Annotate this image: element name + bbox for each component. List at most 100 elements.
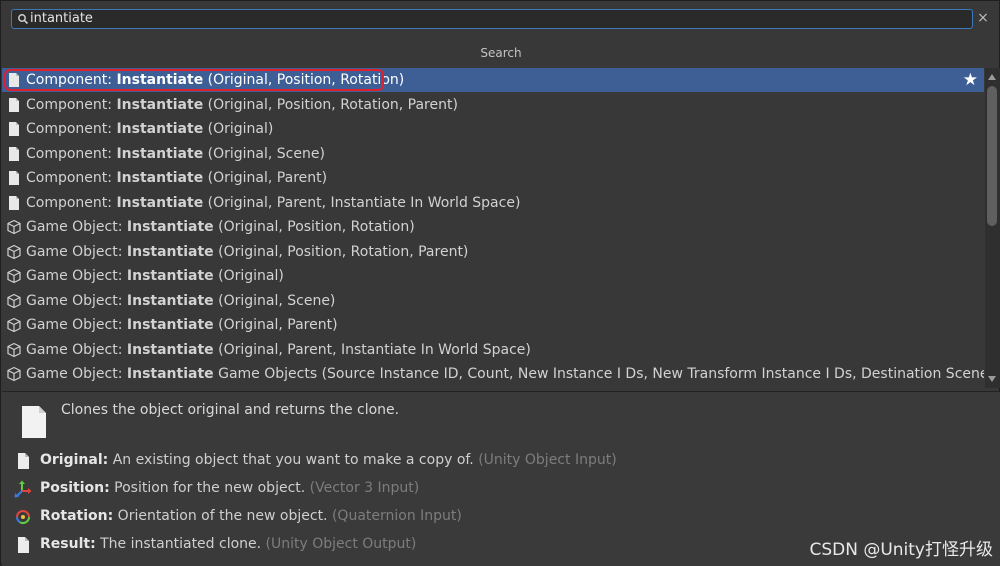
result-args: (Original, Position, Rotation, Parent) [213, 244, 469, 260]
result-method: Instantiate [116, 195, 204, 211]
fuzzy-finder-window: × Search Component: Instantiate (Origina… [0, 0, 1000, 566]
scroll-down-arrow-icon[interactable] [988, 376, 996, 382]
result-prefix: Game Object: [26, 219, 127, 235]
port-name: Result: [40, 536, 96, 552]
cube-icon [6, 244, 22, 260]
cube-icon [6, 268, 22, 284]
result-prefix: Component: [26, 170, 117, 186]
cube-icon [6, 342, 22, 358]
result-label: Game Object: Instantiate (Original, Scen… [26, 289, 335, 313]
result-item[interactable]: Game Object: Instantiate (Original) [2, 264, 984, 288]
annotation-highlight-box [4, 69, 384, 91]
result-prefix: Game Object: [26, 293, 127, 309]
result-args: (Original, Scene) [203, 146, 325, 162]
port-type: (Vector 3 Input) [309, 480, 420, 496]
cube-icon [6, 366, 22, 382]
port-type: (Quaternion Input) [331, 508, 462, 524]
result-item[interactable]: Component: Instantiate (Original, Scene) [2, 142, 984, 166]
port-text: Result: The instantiated clone. (Unity O… [40, 533, 416, 555]
cube-icon [6, 293, 22, 309]
result-args: (Original) [213, 268, 284, 284]
result-label: Component: Instantiate (Original) [26, 117, 273, 141]
scroll-up-arrow-icon[interactable] [988, 74, 996, 80]
result-method: Instantiate [126, 317, 214, 333]
search-input[interactable] [30, 10, 960, 28]
result-prefix: Component: [26, 195, 117, 211]
search-bar[interactable] [11, 9, 973, 29]
results-scrollbar[interactable] [985, 68, 1000, 388]
cube-icon [6, 317, 22, 333]
result-args: (Original, Scene) [213, 293, 336, 309]
scrollbar-thumb[interactable] [987, 86, 997, 226]
result-item[interactable]: Component: Instantiate (Original) [2, 117, 984, 141]
result-args: (Original, Position, Rotation) [213, 219, 415, 235]
result-item[interactable]: Game Object: Instantiate (Original, Posi… [2, 215, 984, 239]
result-item[interactable]: Game Object: Instantiate Game Objects (S… [2, 362, 984, 386]
result-prefix: Game Object: [26, 317, 127, 333]
port-text: Original: An existing object that you wa… [40, 449, 617, 471]
move-axes-icon [14, 480, 32, 498]
result-label: Component: Instantiate (Original, Positi… [26, 93, 458, 117]
result-method: Instantiate [116, 97, 204, 113]
script-icon [6, 195, 22, 211]
result-method: Instantiate [126, 366, 214, 382]
result-item[interactable]: Game Object: Instantiate (Original, Posi… [2, 240, 984, 264]
script-icon [6, 146, 22, 162]
port-name: Position: [40, 480, 110, 496]
result-method: Instantiate [126, 268, 214, 284]
result-item[interactable]: Component: Instantiate (Original, Positi… [2, 68, 984, 92]
script-icon [6, 170, 22, 186]
result-item[interactable]: Game Object: Instantiate (Original, Pare… [2, 313, 984, 337]
result-label: Component: Instantiate (Original, Scene) [26, 142, 325, 166]
port-description: Orientation of the new object. [113, 508, 332, 524]
port-description: Position for the new object. [109, 480, 310, 496]
result-args: (Original, Parent) [203, 170, 328, 186]
result-method: Instantiate [126, 293, 214, 309]
result-args: (Original, Parent) [213, 317, 338, 333]
script-icon [6, 97, 22, 113]
result-label: Game Object: Instantiate (Original, Pare… [26, 338, 531, 362]
result-label: Game Object: Instantiate (Original, Pare… [26, 313, 338, 337]
result-method: Instantiate [126, 219, 214, 235]
result-method: Instantiate [126, 244, 214, 260]
result-label: Component: Instantiate (Original, Parent… [26, 166, 327, 190]
result-args: (Original, Parent, Instantiate In World … [203, 195, 521, 211]
port-name: Original: [40, 452, 109, 468]
result-item[interactable]: Component: Instantiate (Original, Positi… [2, 93, 984, 117]
result-prefix: Component: [26, 146, 117, 162]
result-method: Instantiate [116, 121, 204, 137]
result-label: Component: Instantiate (Original, Parent… [26, 191, 520, 215]
result-method: Instantiate [116, 146, 204, 162]
favorite-star-icon[interactable]: ★ [963, 68, 978, 92]
search-icon [18, 14, 29, 25]
result-prefix: Game Object: [26, 366, 127, 382]
result-label: Game Object: Instantiate (Original) [26, 264, 284, 288]
result-prefix: Component: [26, 97, 117, 113]
cube-icon [6, 219, 22, 235]
result-prefix: Game Object: [26, 268, 127, 284]
result-prefix: Component: [26, 121, 117, 137]
section-title: Search [480, 46, 522, 60]
result-item[interactable]: Game Object: Instantiate (Original, Pare… [2, 338, 984, 362]
result-item[interactable]: Component: Instantiate (Original, Parent… [2, 191, 984, 215]
script-icon [6, 121, 22, 137]
result-item[interactable]: Game Object: Instantiate (Original, Scen… [2, 289, 984, 313]
document-icon [22, 406, 46, 438]
port-text: Rotation: Orientation of the new object.… [40, 505, 462, 527]
watermark: CSDN @Unity打怪升级 [809, 540, 993, 560]
result-args: (Original, Position, Rotation, Parent) [203, 97, 458, 113]
clear-search-icon[interactable]: × [976, 10, 990, 26]
document-icon [14, 536, 32, 554]
results-list: Component: Instantiate (Original, Positi… [2, 68, 984, 388]
node-description: Clones the object original and returns t… [61, 402, 400, 418]
result-method: Instantiate [116, 170, 204, 186]
result-args: Game Objects (Source Instance ID, Count,… [213, 366, 984, 382]
result-label: Game Object: Instantiate (Original, Posi… [26, 240, 468, 264]
port-type: (Unity Object Input) [478, 452, 617, 468]
port-description: The instantiated clone. [95, 536, 266, 552]
port-text: Position: Position for the new object. (… [40, 477, 419, 499]
result-args: (Original, Parent, Instantiate In World … [213, 342, 531, 358]
rotate-icon [14, 508, 32, 526]
result-item[interactable]: Component: Instantiate (Original, Parent… [2, 166, 984, 190]
port-name: Rotation: [40, 508, 114, 524]
